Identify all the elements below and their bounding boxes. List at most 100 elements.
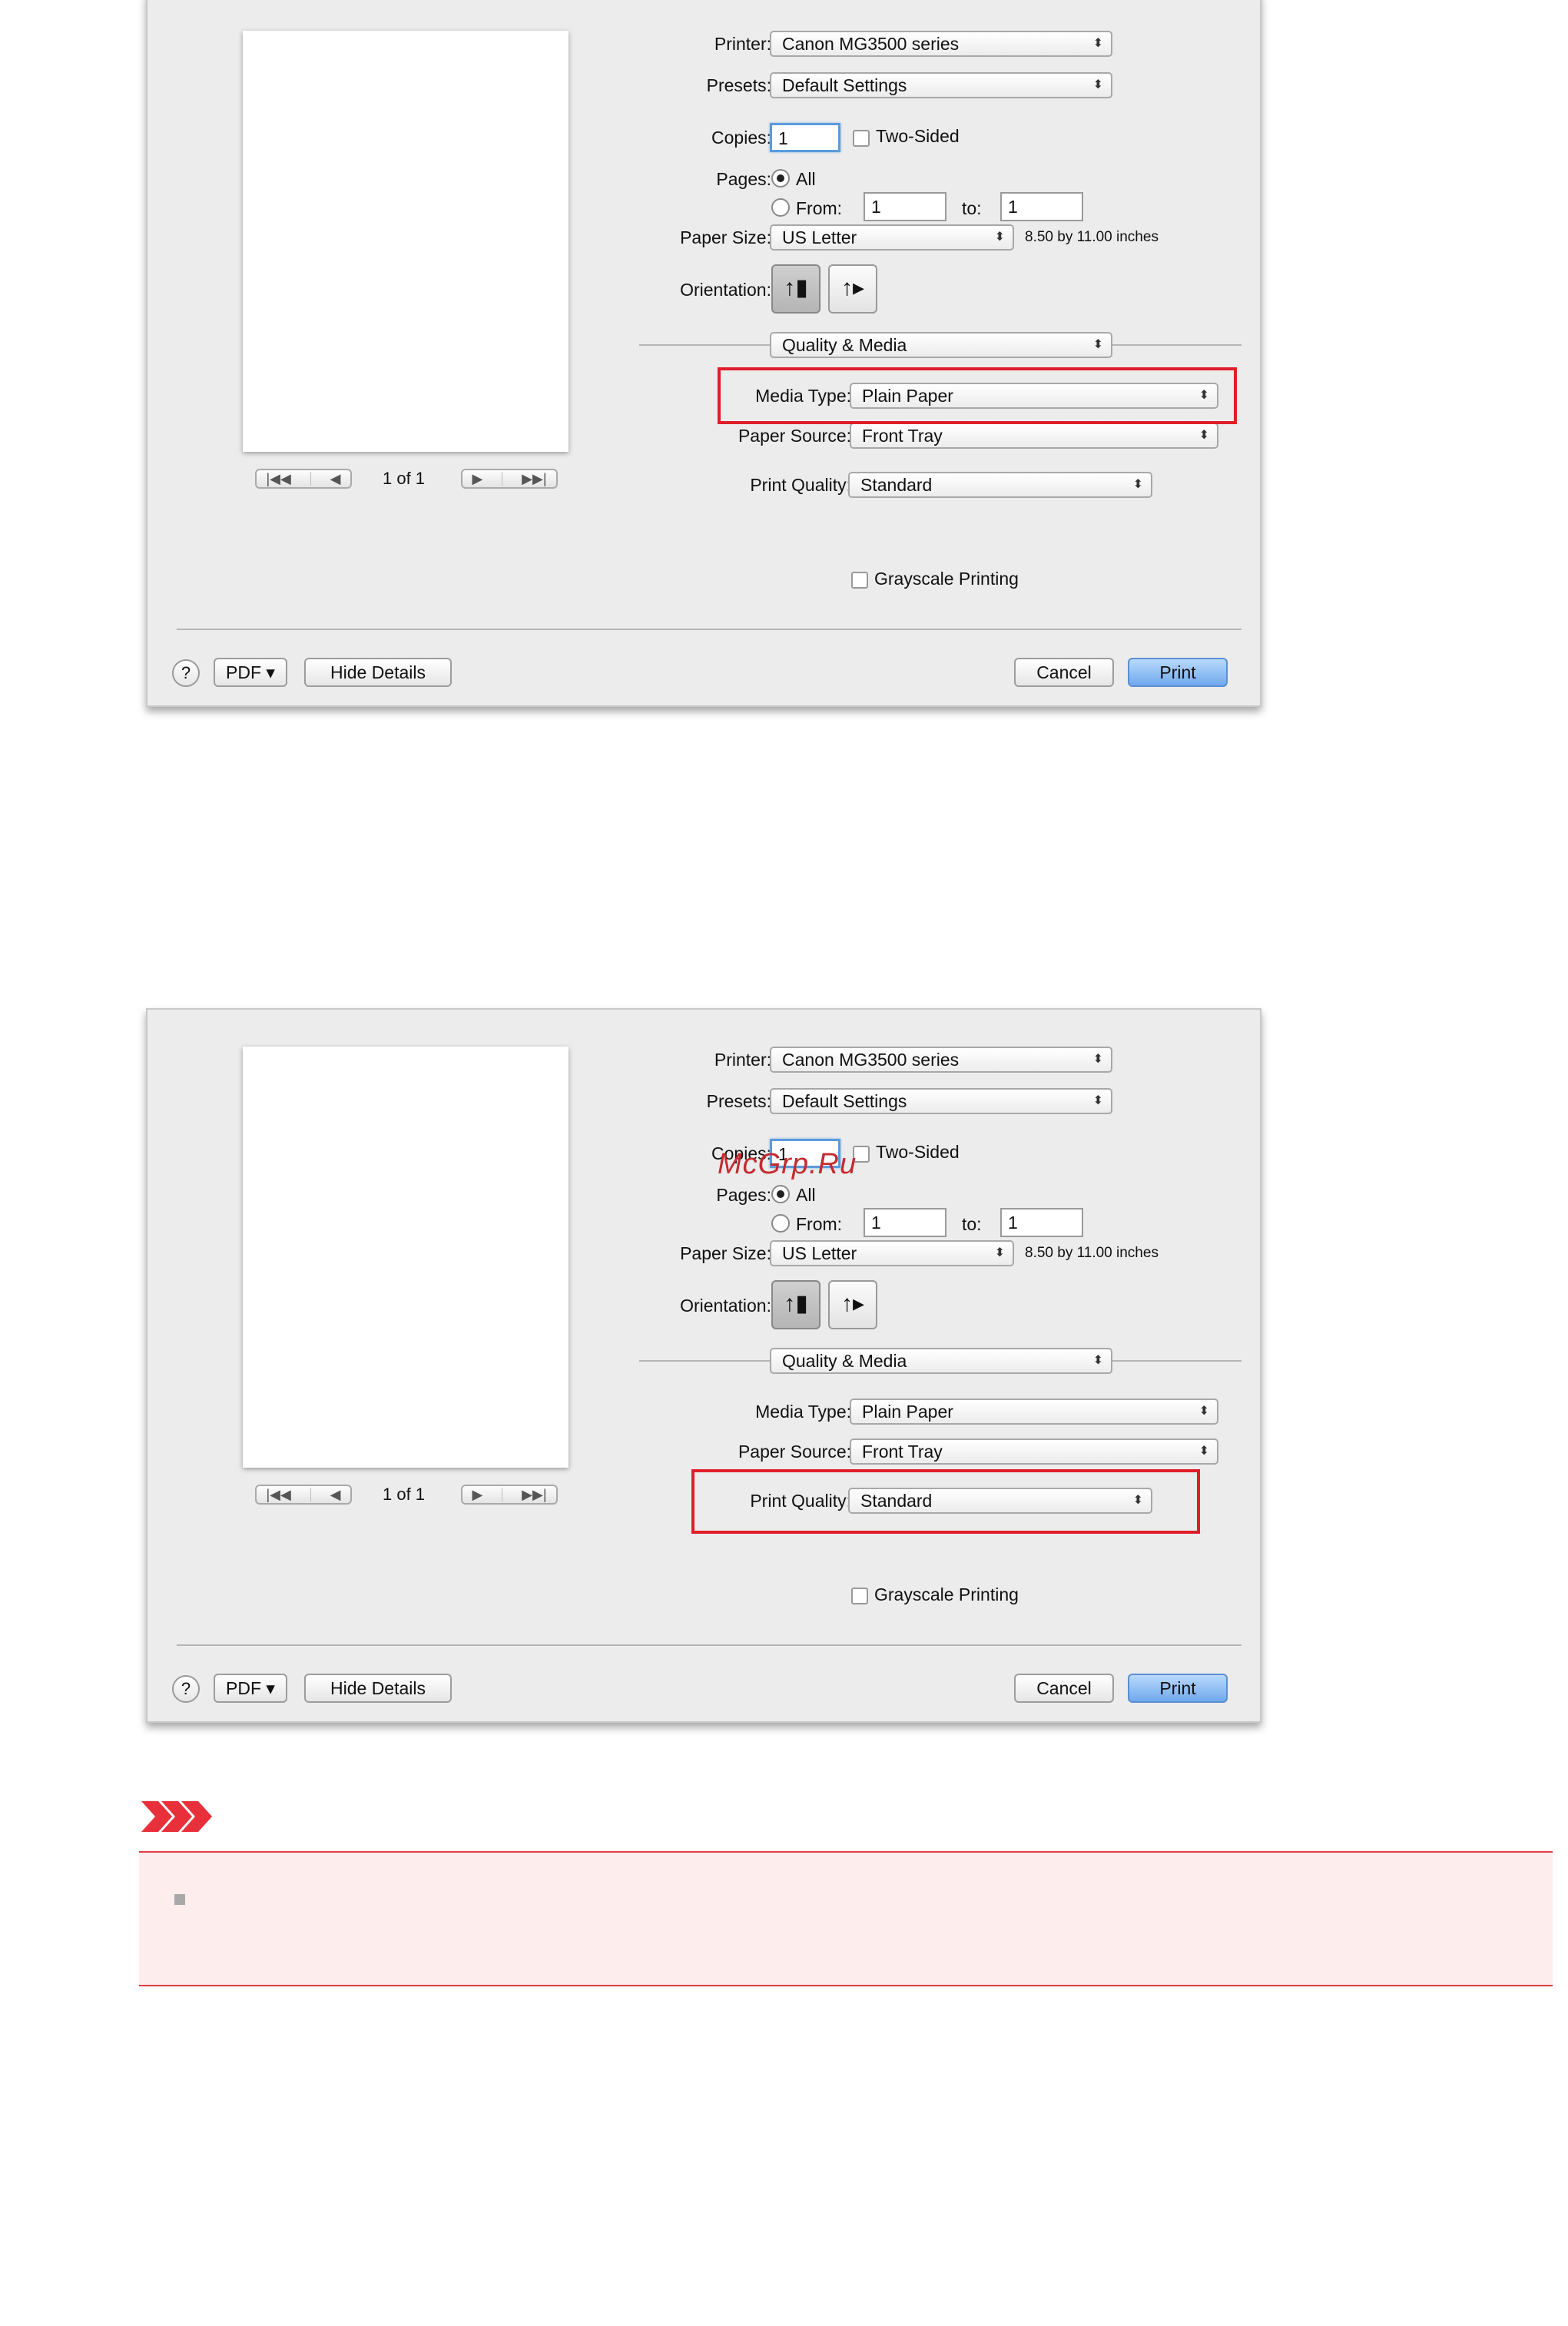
first-page-icon[interactable]: |◀◀ (266, 1487, 290, 1503)
pages-to-label: to: (962, 1214, 982, 1234)
presets-select[interactable]: Default Settings ⬍ (770, 72, 1112, 98)
pages-to-label: to: (962, 198, 982, 218)
prev-page-icon[interactable]: ◀ (330, 471, 341, 487)
cancel-button[interactable]: Cancel (1014, 1674, 1114, 1703)
pdf-menu-button[interactable]: PDF ▾ (214, 658, 287, 687)
important-chevrons-icon (141, 1800, 215, 1837)
grayscale-label: Grayscale Printing (874, 1584, 1019, 1604)
pages-all-label: All (796, 1185, 816, 1205)
paper-source-select[interactable]: Front Tray ⬍ (850, 423, 1218, 449)
paper-dimensions: 8.50 by 11.00 inches (1025, 1245, 1159, 1261)
print-quality-label: Print Quality: (750, 475, 851, 495)
pdf-menu-button[interactable]: PDF ▾ (214, 1674, 287, 1703)
next-page-icon[interactable]: ▶ (472, 1487, 482, 1503)
updown-arrow-icon: ⬍ (1092, 1354, 1103, 1367)
media-type-value: Plain Paper (862, 1402, 953, 1422)
printer-label: Printer: (714, 34, 771, 54)
paper-dimensions: 8.50 by 11.00 inches (1025, 229, 1159, 245)
pages-all-radio[interactable] (771, 1185, 790, 1203)
printer-select[interactable]: Canon MG3500 series ⬍ (770, 31, 1112, 57)
pages-from-radio[interactable] (771, 198, 790, 217)
portrait-icon: ↑▮ (784, 275, 808, 300)
updown-arrow-icon: ⬍ (1092, 78, 1103, 91)
updown-arrow-icon: ⬍ (1198, 429, 1209, 442)
paper-source-select[interactable]: Front Tray ⬍ (850, 1438, 1218, 1465)
preview-next-nav[interactable]: ▶ ▶▶| (461, 469, 558, 489)
preview-next-nav[interactable]: ▶ ▶▶| (461, 1485, 558, 1505)
cancel-button[interactable]: Cancel (1014, 658, 1114, 687)
help-button[interactable]: ? (172, 659, 200, 687)
panel-value: Quality & Media (782, 1351, 907, 1371)
printer-select[interactable]: Canon MG3500 series ⬍ (770, 1047, 1112, 1073)
updown-arrow-icon: ⬍ (1092, 1053, 1103, 1066)
pages-from-input[interactable]: 1 (864, 1208, 946, 1237)
last-page-icon[interactable]: ▶▶| (522, 1487, 546, 1503)
paper-size-value: US Letter (782, 227, 857, 247)
two-sided-label: Two-Sided (876, 1142, 960, 1162)
pages-from-radio[interactable] (771, 1214, 790, 1233)
updown-arrow-icon: ⬍ (1092, 37, 1103, 50)
updown-arrow-icon: ⬍ (1198, 1445, 1209, 1458)
media-type-highlight (718, 367, 1237, 424)
portrait-orientation-button[interactable]: ↑▮ (771, 264, 820, 314)
pages-to-input[interactable]: 1 (1000, 192, 1083, 221)
printer-value: Canon MG3500 series (782, 1050, 960, 1070)
print-dialog-1: |◀◀ ◀ 1 of 1 ▶ ▶▶| Printer: Canon MG3500 s… (146, 0, 1261, 707)
presets-label: Presets: (706, 75, 771, 95)
landscape-orientation-button[interactable]: ↑▸ (828, 1280, 877, 1329)
prev-page-icon[interactable]: ◀ (330, 1487, 341, 1503)
landscape-orientation-button[interactable]: ↑▸ (828, 264, 877, 314)
paper-size-select[interactable]: US Letter ⬍ (770, 224, 1014, 251)
print-button[interactable]: Print (1128, 658, 1228, 687)
two-sided-label: Two-Sided (876, 126, 960, 146)
hide-details-button[interactable]: Hide Details (304, 1674, 452, 1703)
grayscale-checkbox[interactable] (851, 572, 868, 589)
next-page-icon[interactable]: ▶ (472, 471, 482, 487)
print-button[interactable]: Print (1128, 1674, 1228, 1703)
presets-value: Default Settings (782, 1091, 907, 1111)
preview-prev-nav[interactable]: |◀◀ ◀ (255, 1485, 352, 1505)
pages-from-label: From: (796, 198, 843, 218)
important-note-box (139, 1851, 1553, 1986)
footer-separator (177, 629, 1241, 630)
hide-details-button[interactable]: Hide Details (304, 658, 452, 687)
help-button[interactable]: ? (172, 1675, 200, 1703)
panel-select[interactable]: Quality & Media ⬍ (770, 332, 1112, 358)
two-sided-checkbox[interactable] (853, 130, 870, 147)
updown-arrow-icon: ⬍ (1198, 1405, 1209, 1418)
portrait-orientation-button[interactable]: ↑▮ (771, 1280, 820, 1329)
copies-input[interactable]: 1 (770, 123, 840, 152)
print-quality-value: Standard (860, 475, 933, 495)
paper-source-value: Front Tray (862, 426, 943, 446)
pages-from-label: From: (796, 1214, 843, 1234)
print-quality-highlight (691, 1469, 1200, 1534)
pages-to-input[interactable]: 1 (1000, 1208, 1083, 1237)
panel-separator-right (1112, 1360, 1241, 1362)
watermark: McGrp.Ru (718, 1148, 857, 1180)
pages-all-radio[interactable] (771, 169, 790, 187)
paper-source-label: Paper Source: (738, 426, 851, 446)
updown-arrow-icon: ⬍ (994, 231, 1005, 244)
grayscale-label: Grayscale Printing (874, 569, 1019, 589)
paper-size-label: Paper Size: (680, 1243, 771, 1263)
paper-size-select[interactable]: US Letter ⬍ (770, 1240, 1014, 1266)
pages-from-input[interactable]: 1 (864, 192, 946, 221)
preview-prev-nav[interactable]: |◀◀ ◀ (255, 469, 352, 489)
print-quality-select[interactable]: Standard ⬍ (848, 472, 1152, 498)
first-page-icon[interactable]: |◀◀ (266, 471, 290, 487)
presets-value: Default Settings (782, 75, 907, 95)
presets-select[interactable]: Default Settings ⬍ (770, 1088, 1112, 1114)
printer-label: Printer: (714, 1050, 771, 1070)
copies-label: Copies: (711, 128, 771, 148)
footer-separator (177, 1644, 1241, 1646)
media-type-select[interactable]: Plain Paper ⬍ (850, 1399, 1218, 1425)
pages-label: Pages: (716, 169, 771, 189)
print-dialog-2: |◀◀ ◀ 1 of 1 ▶ ▶▶| Printer: Canon MG3500 s… (146, 1008, 1261, 1723)
grayscale-checkbox[interactable] (851, 1588, 868, 1604)
last-page-icon[interactable]: ▶▶| (522, 471, 546, 487)
pages-label: Pages: (716, 1185, 771, 1205)
panel-select[interactable]: Quality & Media ⬍ (770, 1348, 1112, 1374)
page-count: 1 of 1 (383, 1485, 426, 1504)
presets-label: Presets: (706, 1091, 771, 1111)
landscape-icon: ↑▸ (840, 275, 865, 300)
